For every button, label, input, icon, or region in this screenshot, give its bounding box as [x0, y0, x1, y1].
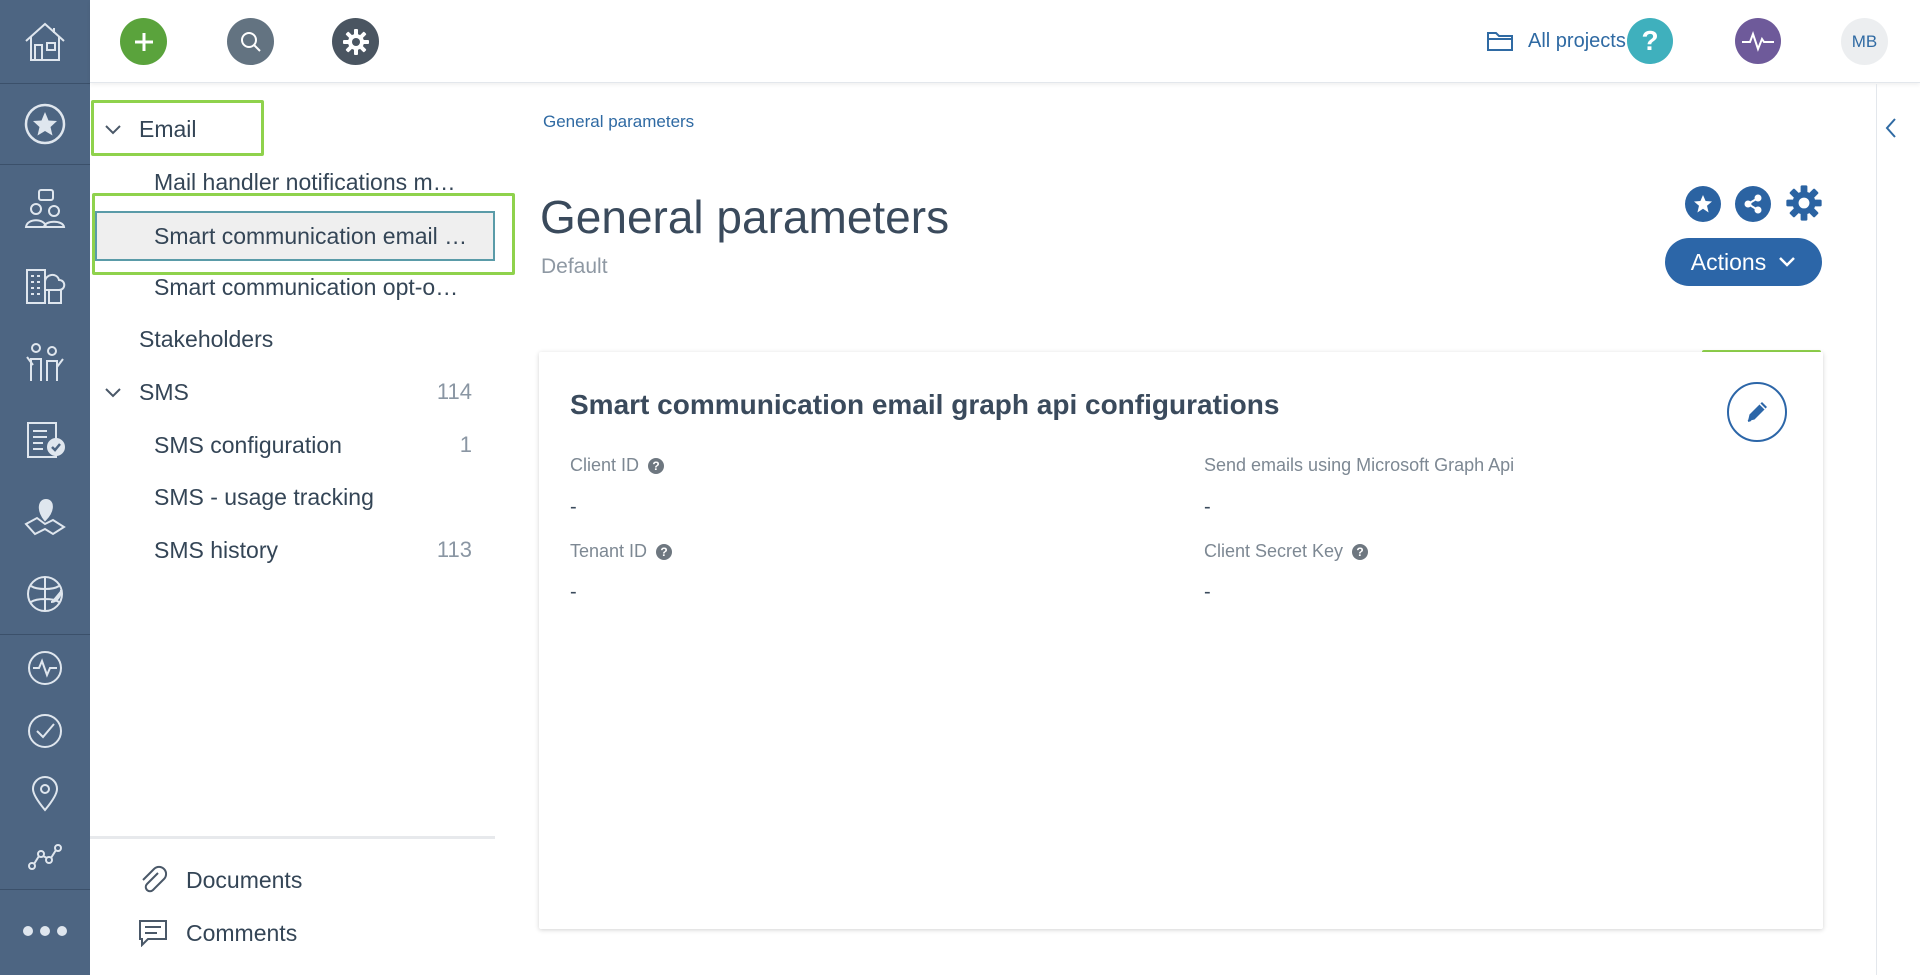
help-button[interactable]: ?: [1627, 18, 1673, 64]
checklist-icon[interactable]: [0, 410, 90, 468]
help-icon[interactable]: ?: [656, 543, 673, 560]
tenant-id-label: Tenant ID ?: [570, 541, 673, 562]
comments-label: Comments: [186, 919, 298, 946]
chevron-down-icon[interactable]: [102, 381, 124, 403]
map-pin-icon[interactable]: [0, 487, 90, 545]
tree-item-label: Mail handler notifications m…: [154, 168, 456, 195]
tree-item-label: Email: [139, 115, 197, 142]
activity-button[interactable]: [1735, 18, 1781, 64]
tenant-id-value: -: [570, 581, 577, 603]
comment-icon: [139, 920, 167, 947]
send-emails-value: -: [1204, 496, 1211, 518]
count-badge: 113: [436, 537, 472, 562]
help-icon[interactable]: ?: [1352, 543, 1369, 560]
star-icon: [1694, 195, 1712, 213]
folder-icon: [1487, 32, 1513, 51]
chevron-down-icon[interactable]: [102, 118, 124, 140]
check-circle-icon[interactable]: [0, 703, 90, 759]
top-bar: All projects ? MB: [90, 0, 1920, 83]
tree-item-smart-optout[interactable]: Smart communication opt-o…: [90, 264, 495, 310]
client-secret-value: -: [1204, 581, 1211, 603]
help-icon[interactable]: ?: [648, 457, 665, 474]
comments-link[interactable]: Comments: [138, 913, 297, 953]
field-label-text: Send emails using Microsoft Graph Api: [1204, 455, 1515, 475]
tree-item-sms[interactable]: SMS 114: [90, 369, 495, 415]
graph-api-config-card: Smart communication email graph api conf…: [539, 352, 1823, 929]
paperclip-icon: [142, 865, 168, 893]
count-badge: 1: [459, 432, 472, 457]
tree-item-label: SMS configuration: [154, 431, 342, 458]
pulse-icon: [1742, 31, 1774, 52]
gear-icon: [342, 28, 369, 55]
question-icon: ?: [1641, 25, 1659, 56]
edit-button[interactable]: [1727, 382, 1787, 442]
tree-item-label: SMS history: [154, 536, 278, 563]
tree-item-label: Stakeholders: [139, 325, 274, 352]
avatar[interactable]: MB: [1841, 18, 1888, 65]
environment-icon[interactable]: [0, 565, 90, 623]
stakeholders-icon[interactable]: [0, 180, 90, 238]
page-title: General parameters: [540, 191, 950, 243]
documents-link[interactable]: Documents: [138, 860, 302, 900]
search-icon: [240, 31, 261, 52]
client-secret-label: Client Secret Key ?: [1204, 541, 1369, 562]
client-id-value: -: [570, 496, 577, 518]
card-title: Smart communication email graph api conf…: [570, 389, 1280, 420]
send-emails-label: Send emails using Microsoft Graph Api: [1204, 455, 1514, 476]
tree-item-label: SMS: [139, 378, 189, 405]
search-button[interactable]: [227, 18, 274, 65]
favorite-button[interactable]: [1685, 186, 1721, 222]
field-label-text: Client Secret Key: [1204, 541, 1344, 561]
sidebar-divider: [90, 836, 495, 839]
documents-label: Documents: [186, 866, 303, 893]
page-settings-button[interactable]: [1785, 184, 1823, 227]
chevron-left-icon: [1885, 118, 1896, 138]
tree-item-email[interactable]: Email: [90, 106, 495, 152]
trend-icon[interactable]: [0, 829, 90, 885]
tree-item-sms-history[interactable]: SMS history 113: [90, 527, 495, 573]
client-id-label: Client ID ?: [570, 455, 665, 476]
all-projects-link[interactable]: All projects: [1486, 26, 1626, 56]
breadcrumb[interactable]: General parameters: [543, 112, 694, 132]
tree-item-label: Smart communication email …: [154, 222, 468, 249]
page-subtitle: Default: [541, 255, 608, 278]
more-icon[interactable]: [0, 903, 90, 959]
tree-item-mail-handler[interactable]: Mail handler notifications m…: [90, 159, 495, 205]
home-icon[interactable]: [0, 0, 90, 83]
settings-button[interactable]: [332, 18, 379, 65]
tree-item-label: Smart communication opt-o…: [154, 273, 459, 300]
star-icon[interactable]: [0, 94, 90, 154]
share-button[interactable]: [1735, 186, 1771, 222]
add-button[interactable]: [120, 18, 167, 65]
count-badge: 114: [436, 379, 472, 404]
plus-icon: [134, 32, 153, 51]
left-rail: [0, 0, 90, 975]
navigation-tree: Email Mail handler notifications m… Smar…: [90, 84, 495, 975]
gear-icon: [1786, 185, 1822, 221]
location-icon[interactable]: [0, 766, 90, 822]
actions-button[interactable]: Actions: [1665, 238, 1822, 286]
tree-item-stakeholders[interactable]: Stakeholders: [90, 316, 495, 362]
tree-item-label: SMS - usage tracking: [154, 483, 374, 510]
pencil-icon: [1747, 402, 1767, 422]
field-label-text: Tenant ID: [570, 541, 648, 561]
right-panel-divider: [1876, 84, 1877, 975]
activity-icon[interactable]: [0, 640, 90, 696]
people-icon[interactable]: [0, 332, 90, 390]
collapse-panel-button[interactable]: [1884, 116, 1898, 145]
all-projects-label: All projects: [1528, 29, 1626, 52]
tree-item-sms-configuration[interactable]: SMS configuration 1: [90, 422, 495, 468]
chevron-down-icon: [1779, 257, 1796, 267]
tree-item-smart-email[interactable]: Smart communication email …: [95, 211, 495, 261]
tree-item-sms-usage[interactable]: SMS - usage tracking: [90, 474, 495, 520]
actions-label: Actions: [1690, 248, 1767, 275]
share-icon: [1744, 194, 1762, 214]
field-label-text: Client ID: [570, 455, 640, 475]
buildings-icon[interactable]: [0, 255, 90, 313]
avatar-initials: MB: [1851, 31, 1878, 51]
